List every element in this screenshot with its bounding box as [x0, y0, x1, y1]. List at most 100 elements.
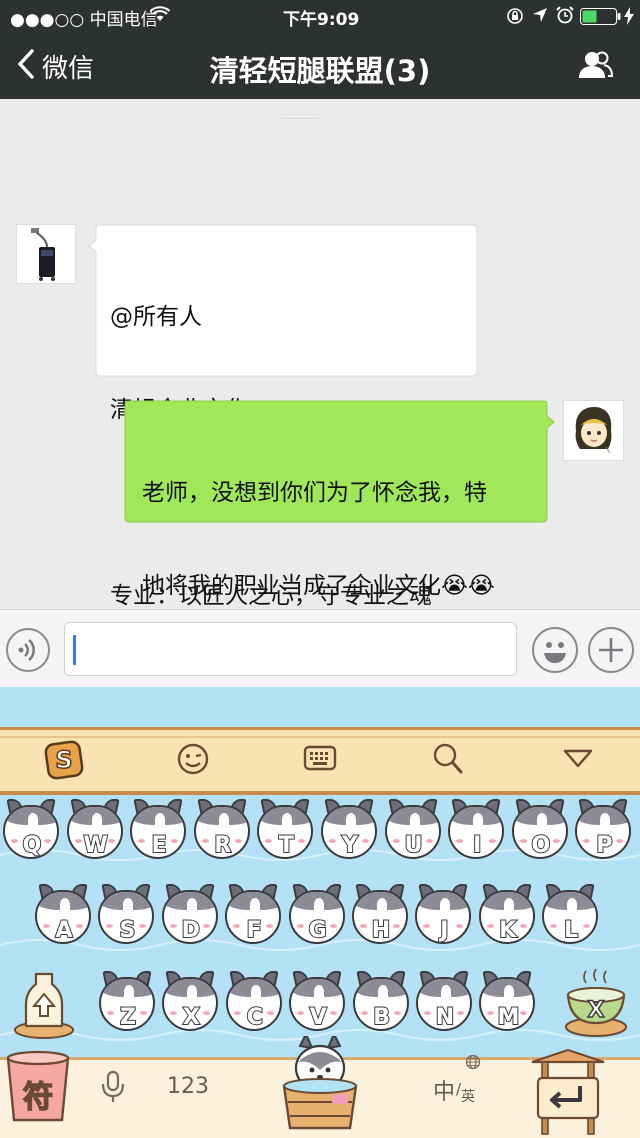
battery-icon [580, 8, 622, 30]
key-label: P [595, 832, 613, 858]
keyboard: S Q W E R T YU I O P A S D F G H J KL Z X C V BNM X 符 123 中… [0, 687, 640, 1138]
message-bubble-right[interactable]: 老师，没想到你们为了怀念我，特 地将我的职业当成了企业文化😭😭 😭 [124, 400, 555, 692]
key-y[interactable]: Y [320, 799, 378, 861]
keyboard-toolbar: S [0, 727, 640, 795]
shift-bottle-icon [14, 972, 74, 1039]
key-m[interactable]: M [478, 971, 536, 1033]
back-button[interactable]: 微信 [16, 48, 94, 84]
language-toggle[interactable]: 中 / 英 [433, 1070, 483, 1110]
key-label: Z [119, 1004, 137, 1030]
key-label: D [181, 917, 201, 943]
husky-tub-icon [282, 1031, 358, 1130]
key-label: T [278, 832, 295, 858]
key-label: W [82, 832, 108, 858]
svg-text:S: S [55, 746, 72, 774]
key-label: B [372, 1004, 391, 1030]
space-key[interactable] [278, 1031, 362, 1136]
mic-icon[interactable] [100, 1070, 126, 1108]
keyboard-icon[interactable] [303, 744, 337, 778]
enter-key[interactable] [530, 1046, 606, 1136]
delete-key[interactable]: X [564, 967, 628, 1039]
symbol-key[interactable]: 符 [4, 1048, 72, 1124]
key-n[interactable]: N [415, 971, 473, 1033]
charging-icon [624, 7, 634, 30]
message-line: 老师，没想到你们为了怀念我，特 [142, 480, 487, 506]
key-q[interactable]: Q [2, 799, 60, 861]
avatar[interactable] [16, 224, 76, 284]
message-input[interactable] [64, 622, 517, 676]
smiley-icon[interactable] [176, 742, 210, 780]
language-alt: 英 [461, 1089, 475, 1105]
key-label: G [308, 917, 328, 943]
globe-icon[interactable] [465, 1054, 481, 1074]
key-label: A [54, 917, 73, 943]
key-o[interactable]: O [511, 799, 569, 861]
clock: 下午9:09 [283, 10, 360, 30]
key-c[interactable]: C [225, 971, 283, 1033]
key-label: Y [341, 832, 359, 858]
message-line: 地将我的职业当成了企业文化😭😭 [142, 573, 495, 599]
key-l[interactable]: L [541, 884, 599, 946]
key-z[interactable]: Z [98, 971, 156, 1033]
key-v[interactable]: V [288, 971, 346, 1033]
members-icon[interactable] [577, 50, 614, 84]
key-label: O [530, 832, 551, 858]
location-icon [532, 7, 548, 28]
input-bar [0, 609, 640, 687]
key-x[interactable]: X [161, 971, 219, 1033]
collapse-triangle-icon[interactable] [562, 748, 594, 774]
emoji-icon [544, 642, 566, 663]
voice-icon [18, 639, 35, 661]
key-label: X [182, 1004, 201, 1030]
voice-button[interactable] [6, 628, 50, 672]
chevron-left-icon [16, 48, 36, 84]
plus-button[interactable] [588, 627, 634, 673]
delete-bowl-icon: X [565, 968, 627, 1037]
key-label: R [213, 832, 232, 858]
key-i[interactable]: I [447, 799, 505, 861]
key-label: F [246, 917, 263, 943]
navigation-bar: 微信 清轻短腿联盟(3) [0, 32, 640, 99]
key-d[interactable]: D [161, 884, 219, 946]
key-w[interactable]: W [66, 799, 124, 861]
sogou-logo-icon[interactable]: S [44, 740, 84, 784]
number-key[interactable]: 123 [167, 1074, 209, 1099]
key-f[interactable]: F [224, 884, 282, 946]
key-a[interactable]: A [34, 884, 92, 946]
shift-key[interactable] [14, 970, 74, 1040]
symbol-key-label: 符 [22, 1079, 54, 1116]
key-s[interactable]: S [97, 884, 155, 946]
key-e[interactable]: E [129, 799, 187, 861]
key-t[interactable]: T [256, 799, 314, 861]
beauty-machine-icon [31, 228, 55, 281]
key-label: M [496, 1004, 520, 1030]
key-label: V [309, 1004, 328, 1030]
alarm-icon [556, 6, 574, 29]
key-h[interactable]: H [351, 884, 409, 946]
key-u[interactable]: U [384, 799, 442, 861]
key-label: S [118, 917, 136, 943]
key-r[interactable]: R [193, 799, 251, 861]
chat-area: @所有人 清轻企业文化： 专业：以匠人之心，守专业之魂 老师，没想到你们为了怀念… [0, 99, 640, 692]
carrier-label: ●●●○○ 中国电信 [10, 10, 158, 30]
key-label: E [151, 832, 168, 858]
enter-arrow-icon [531, 1048, 605, 1135]
key-label: Q [22, 832, 43, 858]
key-g[interactable]: G [288, 884, 346, 946]
key-label: I [472, 832, 482, 858]
key-k[interactable]: K [478, 884, 536, 946]
avatar[interactable] [563, 400, 624, 461]
key-b[interactable]: B [352, 971, 410, 1033]
key-p[interactable]: P [574, 799, 632, 861]
key-label: J [439, 917, 449, 943]
message-bubble-left[interactable]: @所有人 清轻企业文化： 专业：以匠人之心，守专业之魂 [86, 224, 479, 609]
key-label: C [246, 1004, 264, 1030]
keyboard-bottom-bar: 符 123 中 / 英 [0, 1031, 640, 1138]
search-icon[interactable] [432, 742, 464, 780]
emoji-button[interactable] [532, 627, 578, 673]
text-cursor [73, 635, 76, 665]
svg-text:X: X [588, 998, 605, 1023]
key-j[interactable]: J [414, 884, 472, 946]
key-label: H [371, 917, 391, 943]
language-main: 中 [433, 1080, 456, 1105]
